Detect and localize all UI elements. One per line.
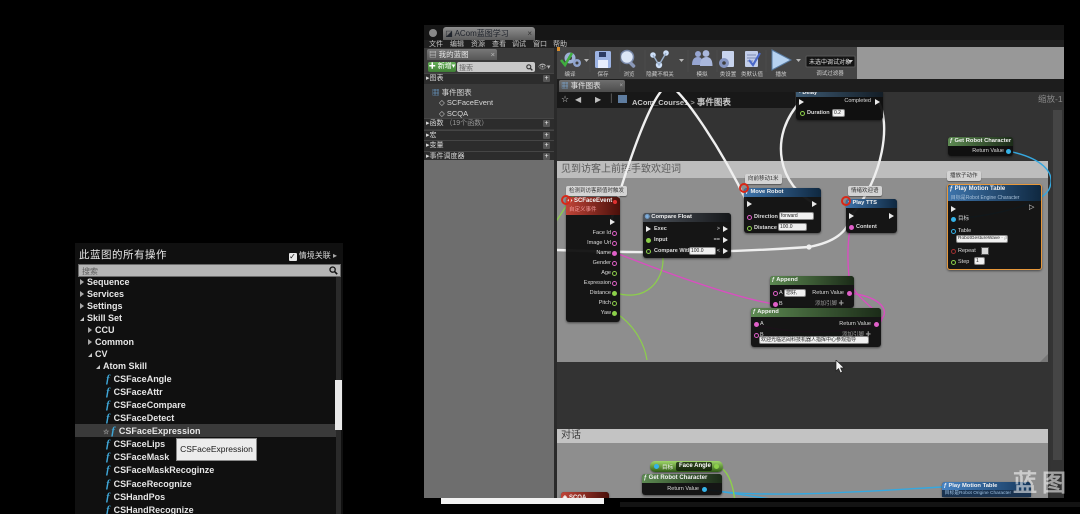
svg-text:保存: 保存 (597, 70, 609, 78)
svg-text:未选中调试对象: 未选中调试对象 (809, 58, 851, 66)
svg-text:模拟: 模拟 (696, 70, 708, 78)
svg-text:播放: 播放 (775, 70, 787, 78)
svg-text:类默认值: 类默认值 (741, 70, 764, 78)
svg-text:浏览: 浏览 (623, 70, 635, 78)
svg-text:编译: 编译 (564, 70, 576, 78)
svg-text:类设置: 类设置 (720, 70, 737, 78)
svg-text:隐藏不相关: 隐藏不相关 (646, 70, 674, 78)
svg-text:调试过滤器: 调试过滤器 (816, 69, 844, 77)
